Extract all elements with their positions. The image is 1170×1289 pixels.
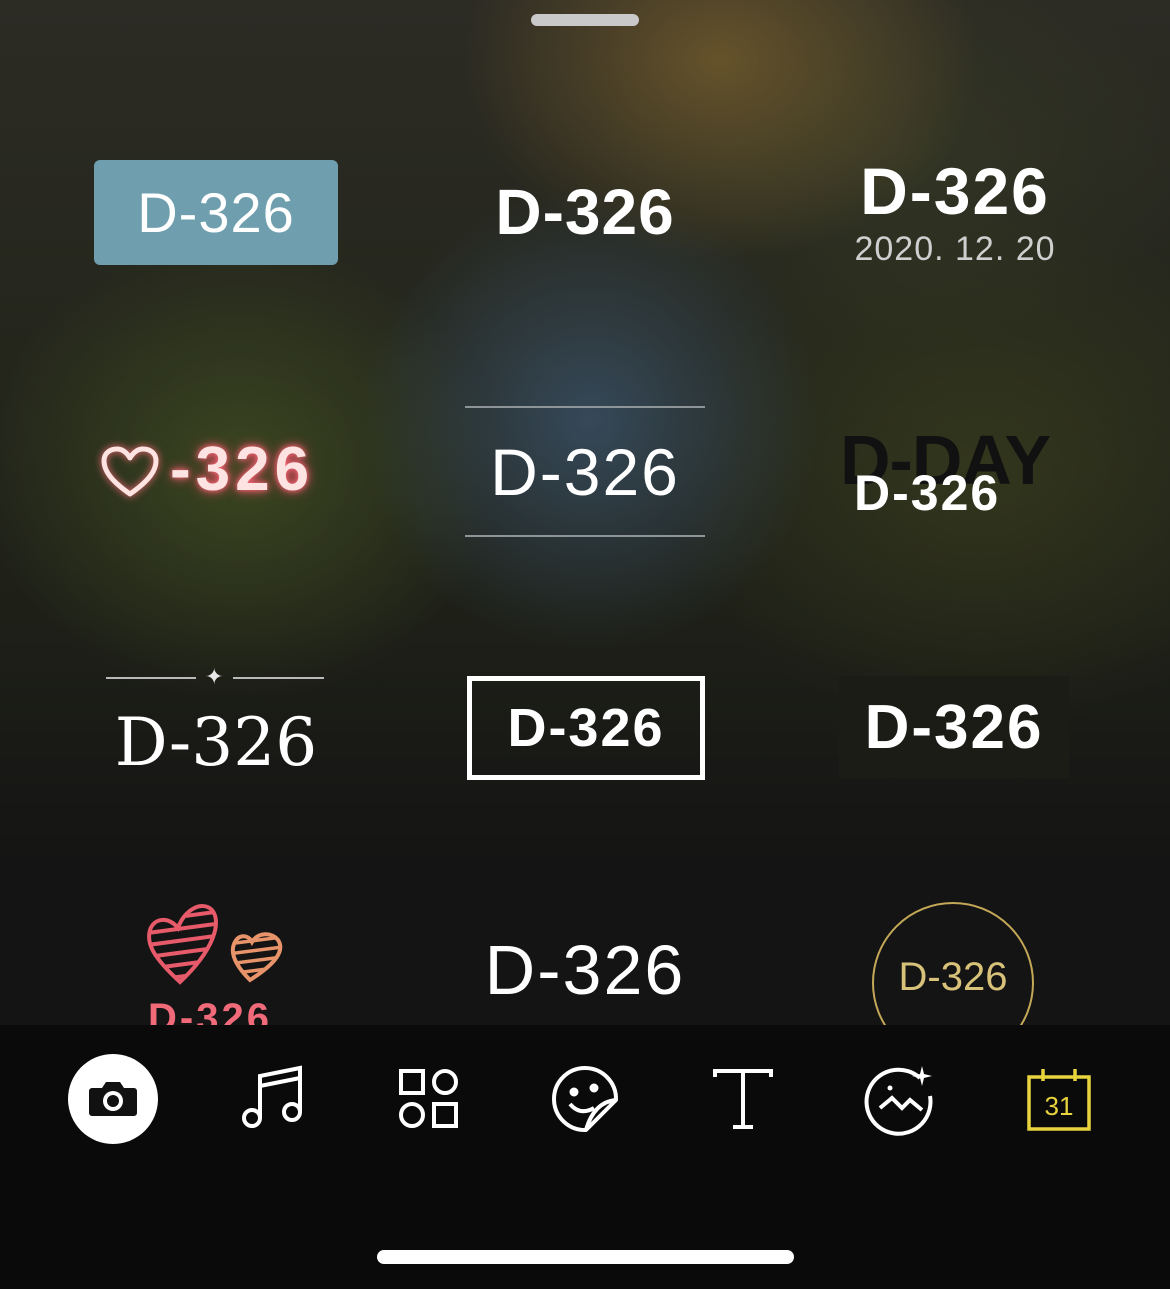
sticker-icon bbox=[552, 1066, 619, 1133]
sticker-grid: D-326 D-326 D-326 2020. 12. 20 -326 D-32… bbox=[0, 0, 1170, 1025]
text-button[interactable] bbox=[698, 1054, 788, 1144]
neon-heart-icon bbox=[101, 446, 159, 497]
sticker-dday-overlay[interactable]: D-DAY D-326 bbox=[838, 420, 1078, 530]
sticker-label: D-326 bbox=[898, 954, 1008, 999]
sticker-label: D-326 bbox=[114, 704, 318, 781]
dday-button[interactable]: 31 bbox=[1014, 1054, 1104, 1144]
doodle-hearts-icon bbox=[147, 904, 283, 985]
sticker-label: D-326 bbox=[484, 931, 686, 1009]
sticker-label: D-326 bbox=[507, 698, 665, 758]
sticker-button[interactable] bbox=[540, 1054, 630, 1144]
sticker-lined[interactable]: D-326 bbox=[465, 406, 705, 537]
sticker-label: -326 bbox=[170, 435, 315, 504]
magic-photo-icon bbox=[864, 1066, 933, 1136]
sticker-circle[interactable]: D-326 bbox=[872, 902, 1034, 1025]
sticker-bold-plain[interactable]: D-326 bbox=[435, 175, 735, 249]
sticker-label: D-326 bbox=[854, 465, 1001, 521]
calendar-icon: 31 bbox=[1027, 1069, 1091, 1131]
sticker-label: D-326 bbox=[860, 154, 1050, 228]
sticker-label: D-326 bbox=[864, 692, 1044, 762]
sparkle-icon: ✦ bbox=[205, 664, 224, 689]
sticker-with-date[interactable]: D-326 2020. 12. 20 bbox=[805, 152, 1105, 268]
filter-button[interactable] bbox=[856, 1054, 946, 1144]
sticker-thin[interactable]: D-326 bbox=[435, 930, 735, 1010]
sticker-outlined-box[interactable]: D-326 bbox=[467, 676, 705, 780]
sticker-serif-star[interactable]: ✦ D-326 bbox=[106, 660, 326, 781]
sticker-label: D-326 bbox=[137, 181, 295, 244]
home-indicator[interactable] bbox=[377, 1250, 794, 1264]
sticker-blue-box[interactable]: D-326 bbox=[94, 160, 338, 265]
sticker-label: D-326 bbox=[490, 434, 680, 509]
camera-icon bbox=[68, 1054, 158, 1144]
calendar-day-label: 31 bbox=[1045, 1091, 1074, 1121]
text-icon bbox=[713, 1069, 773, 1129]
music-note-icon bbox=[242, 1065, 302, 1128]
widgets-button[interactable] bbox=[384, 1054, 474, 1144]
sticker-label: D-326 bbox=[148, 996, 272, 1025]
divider-right bbox=[233, 677, 324, 679]
sticker-neon-heart[interactable]: -326 bbox=[96, 432, 336, 512]
music-button[interactable] bbox=[226, 1054, 316, 1144]
sticker-label: D-326 bbox=[495, 176, 675, 248]
shapes-icon bbox=[399, 1069, 458, 1128]
sticker-date: 2020. 12. 20 bbox=[854, 230, 1056, 268]
sticker-dark-box[interactable]: D-326 bbox=[839, 676, 1069, 778]
sticker-hearts[interactable]: D-326 bbox=[140, 896, 300, 1025]
divider-left bbox=[106, 677, 196, 679]
camera-button[interactable] bbox=[68, 1054, 158, 1144]
